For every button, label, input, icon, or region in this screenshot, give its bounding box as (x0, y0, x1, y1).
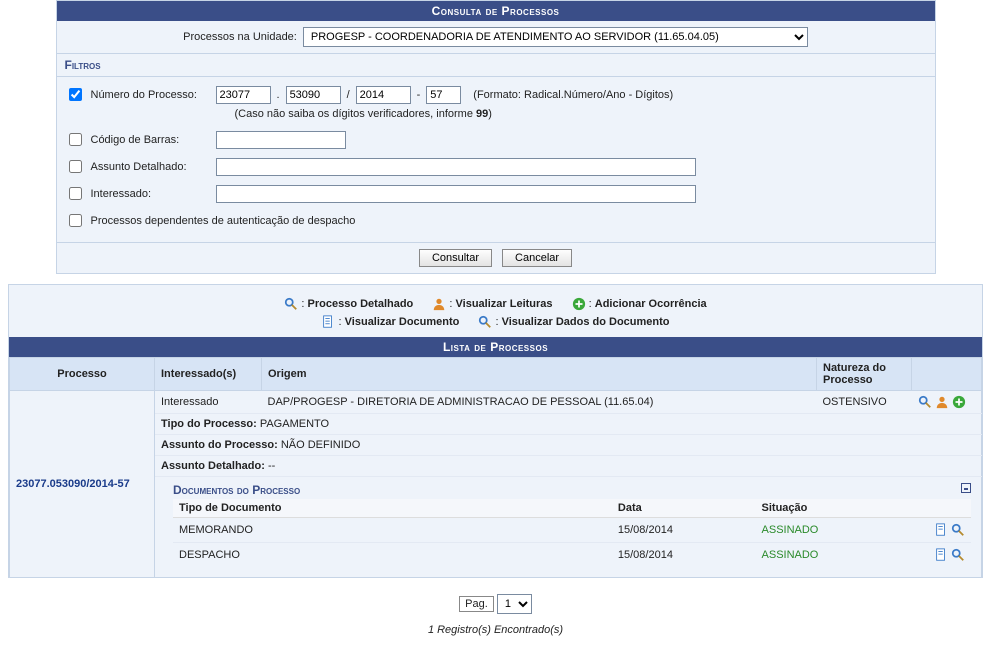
assunto-detalhado-row-value: -- (268, 460, 275, 472)
view-document-data-action[interactable] (951, 523, 965, 537)
col-processo: Processo (10, 358, 155, 391)
view-document-action[interactable] (934, 548, 948, 562)
natureza-cell: OSTENSIVO (817, 391, 912, 414)
legend: : Processo Detalhado : Visualizar Leitur… (9, 285, 982, 337)
docs-col-situacao: Situação (756, 499, 900, 518)
numero-radical-input[interactable] (216, 86, 271, 104)
codigo-barras-checkbox[interactable] (69, 133, 82, 146)
doc-situacao: ASSINADO (756, 543, 900, 568)
numero-sub-hint: (Caso não saiba os dígitos verificadores… (235, 108, 927, 126)
docs-col-data: Data (612, 499, 756, 518)
view-document-action[interactable] (934, 523, 948, 537)
view-readers-action[interactable] (935, 395, 949, 409)
numero-format-hint: (Formato: Radical.Número/Ano - Dígitos) (473, 89, 673, 101)
assunto-processo-label: Assunto do Processo: (161, 439, 278, 451)
col-actions (912, 358, 982, 391)
interessado-cell: Interessado (155, 391, 262, 414)
docs-col-tipo: Tipo de Documento (173, 499, 612, 518)
doc-tipo: DESPACHO (173, 543, 612, 568)
unit-select[interactable]: PROGESP - COORDENADORIA DE ATENDIMENTO A… (303, 27, 808, 47)
assunto-detalhado-label: Assunto Detalhado: (91, 161, 187, 173)
interessado-input[interactable] (216, 185, 696, 203)
collapse-docs-button[interactable] (961, 483, 971, 493)
assunto-detalhado-input[interactable] (216, 158, 696, 176)
assunto-detalhado-checkbox[interactable] (69, 160, 82, 173)
numero-numero-input[interactable] (286, 86, 341, 104)
filters-section-title: Filtros (57, 53, 935, 77)
cancelar-button[interactable]: Cancelar (502, 249, 572, 267)
doc-data: 15/08/2014 (612, 543, 756, 568)
magnifier-doc-icon (478, 315, 492, 329)
interessado-label: Interessado: (91, 188, 152, 200)
panel-title: Consulta de Processos (57, 1, 935, 21)
tipo-processo-label: Tipo do Processo: (161, 418, 257, 430)
codigo-barras-input[interactable] (216, 131, 346, 149)
doc-situacao: ASSINADO (756, 518, 900, 543)
tipo-processo-value: PAGAMENTO (260, 418, 329, 430)
doc-tipo: MEMORANDO (173, 518, 612, 543)
person-icon (432, 297, 446, 311)
docs-title: Documentos do Processo (173, 483, 300, 497)
consultar-button[interactable]: Consultar (419, 249, 492, 267)
col-natureza: Natureza do Processo (817, 358, 912, 391)
list-title: Lista de Processos (9, 337, 982, 357)
numero-processo-label: Número do Processo: (91, 89, 197, 101)
origem-cell: DAP/PROGESP - DIRETORIA DE ADMINISTRACAO… (262, 391, 817, 414)
interessado-checkbox[interactable] (69, 187, 82, 200)
assunto-detalhado-row-label: Assunto Detalhado: (161, 460, 265, 472)
col-origem: Origem (262, 358, 817, 391)
document-icon (321, 315, 335, 329)
doc-data: 15/08/2014 (612, 518, 756, 543)
view-detail-action[interactable] (918, 395, 932, 409)
add-occurrence-action[interactable] (952, 395, 966, 409)
unit-label: Processos na Unidade: (183, 31, 297, 43)
records-found: 1 Registro(s) Encontrado(s) (8, 618, 983, 656)
processo-number-link[interactable]: 23077.053090/2014-57 (10, 391, 155, 578)
numero-digitos-input[interactable] (426, 86, 461, 104)
pendentes-label: Processos dependentes de autenticação de… (91, 215, 356, 227)
numero-processo-checkbox[interactable] (69, 88, 82, 101)
codigo-barras-label: Código de Barras: (91, 134, 180, 146)
assunto-processo-value: NÃO DEFINIDO (281, 439, 360, 451)
col-interessado: Interessado(s) (155, 358, 262, 391)
pager-select[interactable]: 1 (497, 594, 532, 614)
magnifier-icon (284, 297, 298, 311)
pager-label: Pag. (459, 596, 494, 612)
view-document-data-action[interactable] (951, 548, 965, 562)
add-icon (572, 297, 586, 311)
pendentes-checkbox[interactable] (69, 214, 82, 227)
numero-ano-input[interactable] (356, 86, 411, 104)
